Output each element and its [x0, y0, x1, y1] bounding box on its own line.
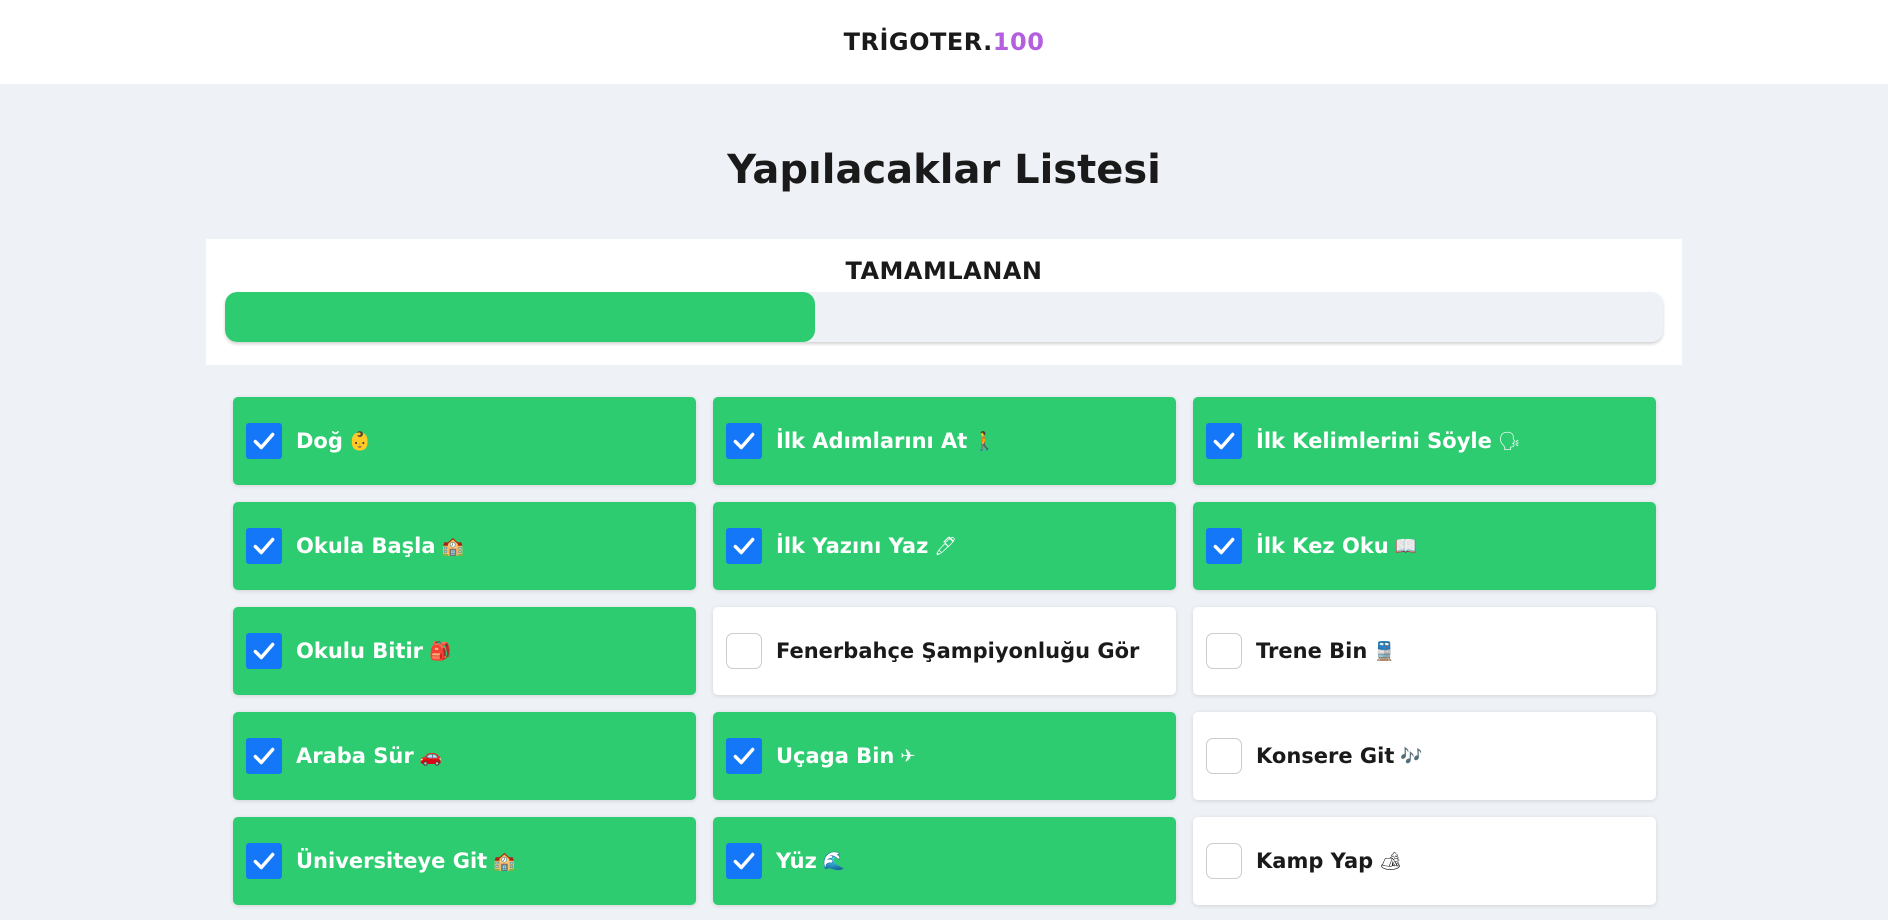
todo-item-label: Kamp Yap — [1256, 849, 1374, 873]
todo-item-emoji-icon: 👶 — [348, 430, 372, 452]
todo-item-label: Konsere Git — [1256, 744, 1395, 768]
todo-item[interactable]: Doğ 👶 — [233, 397, 696, 485]
checkbox-checked[interactable] — [726, 843, 762, 879]
checkbox-checked[interactable] — [726, 423, 762, 459]
todo-item[interactable]: Konsere Git 🎶 — [1193, 712, 1656, 800]
todo-item[interactable]: İlk Kelimlerini Söyle 🗣 — [1193, 397, 1656, 485]
todo-item-emoji-icon: 🗣 — [1497, 430, 1521, 452]
todo-item[interactable]: Uçaga Bin ✈ — [713, 712, 1176, 800]
checkbox-unchecked[interactable] — [726, 633, 762, 669]
todo-item[interactable]: Okulu Bitir 🎒 — [233, 607, 696, 695]
todo-item-label: Yüz — [776, 849, 817, 873]
todo-item-label: İlk Kelimlerini Söyle — [1256, 429, 1492, 453]
todo-item-label: İlk Kez Oku — [1256, 534, 1389, 558]
top-bar: TRİGOTER.100 — [0, 0, 1888, 84]
checkbox-checked[interactable] — [1206, 423, 1242, 459]
checkbox-checked[interactable] — [726, 738, 762, 774]
todo-item[interactable]: Araba Sür 🚗 — [233, 712, 696, 800]
todo-item-label: Okulu Bitir — [296, 639, 424, 663]
todo-item-emoji-icon: 🚶 — [973, 430, 996, 452]
checkmark-icon — [253, 852, 275, 870]
todo-item[interactable]: Üniversiteye Git 🏫 — [233, 817, 696, 905]
checkmark-icon — [733, 852, 755, 870]
checkbox-checked[interactable] — [1206, 528, 1242, 564]
todo-item-label: Fenerbahçe Şampiyonluğu Gör — [776, 639, 1140, 663]
todo-grid: Doğ 👶 İlk Adımlarını At 🚶 İlk Kelimlerini Sö… — [233, 397, 1657, 905]
checkbox-checked[interactable] — [246, 738, 282, 774]
todo-item-label: Uçaga Bin — [776, 744, 895, 768]
todo-item-emoji-icon: ✈ — [900, 745, 916, 767]
todo-item[interactable]: İlk Kez Oku 📖 — [1193, 502, 1656, 590]
todo-item-emoji-icon: 📖 — [1394, 535, 1418, 557]
brand-accent: 100 — [992, 28, 1045, 56]
todo-item-emoji-icon: 🏫 — [441, 535, 464, 557]
checkbox-unchecked[interactable] — [1206, 738, 1242, 774]
checkbox-checked[interactable] — [246, 423, 282, 459]
checkbox-checked[interactable] — [246, 633, 282, 669]
checkbox-checked[interactable] — [246, 843, 282, 879]
brand-main: TRİGOTER. — [843, 28, 993, 56]
checkbox-unchecked[interactable] — [1206, 633, 1242, 669]
todo-item-label: İlk Yazını Yaz — [776, 534, 929, 558]
todo-item-label: Doğ — [296, 429, 343, 453]
checkmark-icon — [733, 432, 755, 450]
checkmark-icon — [733, 747, 755, 765]
page-title: Yapılacaklar Listesi — [727, 147, 1161, 193]
todo-item-label: Okula Başla — [296, 534, 436, 558]
checkbox-checked[interactable] — [726, 528, 762, 564]
todo-item[interactable]: Kamp Yap 🏕 — [1193, 817, 1656, 905]
todo-item[interactable]: Okula Başla 🏫 — [233, 502, 696, 590]
todo-item-emoji-icon: 🌊 — [822, 850, 846, 872]
checkbox-checked[interactable] — [246, 528, 282, 564]
checkmark-icon — [1213, 537, 1235, 555]
todo-item[interactable]: Trene Bin 🚆 — [1193, 607, 1656, 695]
progress-label: TAMAMLANAN — [845, 257, 1043, 285]
todo-item-label: Üniversiteye Git — [296, 849, 488, 873]
todo-item-label: Araba Sür — [296, 744, 414, 768]
todo-item[interactable]: Fenerbahçe Şampiyonluğu Gör — [713, 607, 1176, 695]
checkmark-icon — [1213, 432, 1235, 450]
todo-item-emoji-icon: 🏫 — [493, 850, 516, 872]
todo-item-emoji-icon: 🖊 — [934, 535, 958, 557]
todo-item-emoji-icon: 🚗 — [419, 745, 443, 767]
checkbox-unchecked[interactable] — [1206, 843, 1242, 879]
todo-item[interactable]: İlk Yazını Yaz 🖊 — [713, 502, 1176, 590]
progress-fill — [225, 292, 815, 342]
checkmark-icon — [733, 537, 755, 555]
todo-item[interactable]: İlk Adımlarını At 🚶 — [713, 397, 1176, 485]
todo-item-emoji-icon: 🎒 — [429, 640, 452, 662]
checkmark-icon — [253, 747, 275, 765]
todo-item[interactable]: Yüz 🌊 — [713, 817, 1176, 905]
checkmark-icon — [253, 432, 275, 450]
todo-item-emoji-icon: 🏕 — [1379, 850, 1403, 872]
progress-track — [225, 292, 1663, 342]
todo-item-emoji-icon: 🚆 — [1373, 640, 1396, 662]
progress-panel: TAMAMLANAN — [206, 239, 1682, 365]
todo-item-emoji-icon: 🎶 — [1400, 745, 1423, 767]
checkmark-icon — [253, 642, 275, 660]
checkmark-icon — [253, 537, 275, 555]
todo-item-label: İlk Adımlarını At — [776, 429, 968, 453]
todo-item-label: Trene Bin — [1256, 639, 1368, 663]
brand-logo[interactable]: TRİGOTER.100 — [844, 28, 1045, 56]
